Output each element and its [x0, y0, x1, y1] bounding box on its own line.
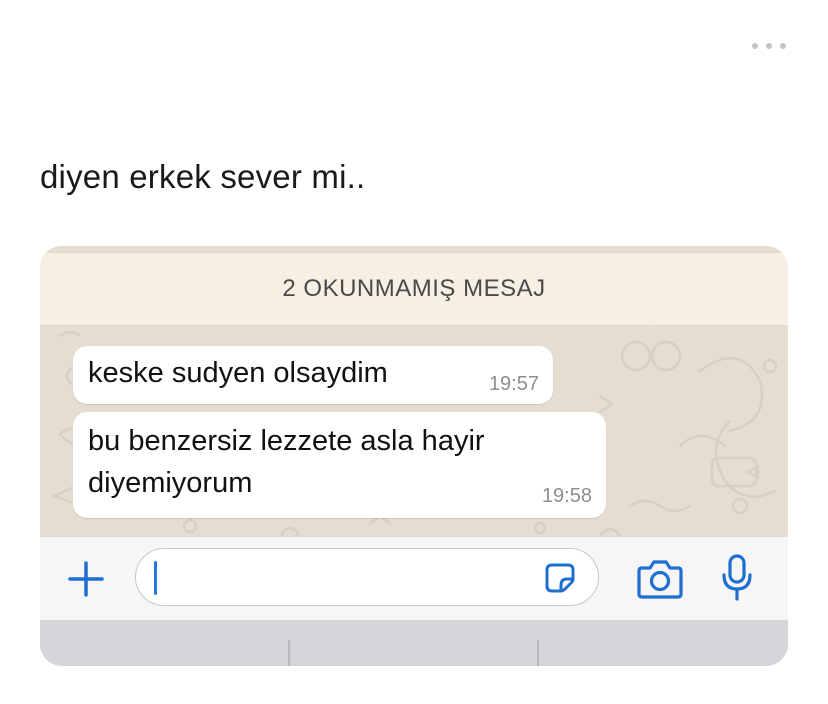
message-time: 19:57 [488, 373, 539, 395]
text-caret [154, 561, 157, 595]
message-bubble[interactable]: keske sudyen olsaydim 19:57 [73, 346, 553, 404]
camera-icon[interactable] [636, 558, 684, 600]
post-caption: diyen erkek sever mi.. [40, 158, 366, 195]
post-screenshot: diyen erkek sever mi.. 2 OKUNMAMIŞ MESAJ… [0, 0, 828, 704]
sticker-icon[interactable] [544, 562, 576, 594]
dot [780, 43, 786, 49]
message-input-bar [40, 536, 788, 621]
dot [766, 43, 772, 49]
more-options-icon[interactable] [752, 39, 786, 53]
message-input[interactable] [135, 548, 599, 606]
plus-icon[interactable] [66, 559, 106, 599]
unread-banner-text: 2 OKUNMAMIŞ MESAJ [282, 275, 546, 302]
message-time: 19:58 [541, 485, 592, 507]
keyboard-top-strip [40, 620, 788, 666]
message-text: bu benzersiz lezzete asla hayir diyemiyo… [88, 425, 485, 499]
chat-screenshot-card: 2 OKUNMAMIŞ MESAJ keske sudyen olsaydim … [40, 246, 788, 666]
message-text: keske sudyen olsaydim [88, 357, 388, 389]
chat-background: 2 OKUNMAMIŞ MESAJ keske sudyen olsaydim … [40, 246, 788, 536]
key-divider [288, 640, 290, 666]
dot [752, 43, 758, 49]
message-bubble[interactable]: bu benzersiz lezzete asla hayir diyemiyo… [73, 412, 606, 518]
unread-messages-banner: 2 OKUNMAMIŞ MESAJ [40, 252, 788, 326]
key-divider [537, 640, 539, 666]
microphone-icon[interactable] [720, 553, 754, 603]
